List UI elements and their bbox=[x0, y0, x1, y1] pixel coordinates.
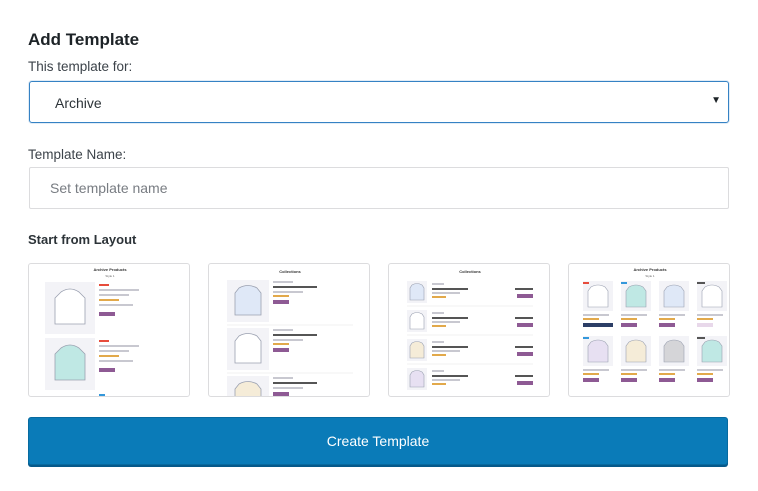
template-type-selected-value: Archive bbox=[55, 95, 102, 111]
layout-preview-subtitle: Style 1 bbox=[645, 274, 655, 278]
add-template-heading: Add Template bbox=[28, 30, 140, 49]
layout-preview-title: Archive Products bbox=[633, 267, 667, 272]
layout-preview-title: Collections bbox=[279, 269, 301, 274]
template-for-label: This template for: bbox=[28, 59, 133, 74]
layout-preview-collections-list: Collections bbox=[227, 269, 353, 396]
start-from-layout-label: Start from Layout bbox=[28, 232, 137, 247]
layout-option-archive-grid[interactable]: Archive Products Style 1 bbox=[568, 263, 730, 397]
layout-option-collections-compact[interactable]: Collections bbox=[388, 263, 550, 397]
layout-preview-title: Archive Products bbox=[93, 267, 127, 272]
layout-preview-collections-compact: Collections bbox=[407, 269, 533, 390]
layout-option-archive-list[interactable]: Archive Products Style 1 bbox=[28, 263, 190, 397]
chevron-down-icon: ▼ bbox=[711, 95, 721, 106]
template-name-label: Template Name: bbox=[28, 147, 127, 162]
template-name-input[interactable] bbox=[29, 167, 729, 209]
layout-preview-subtitle: Style 1 bbox=[105, 274, 115, 278]
create-template-button[interactable]: Create Template bbox=[28, 417, 728, 465]
layout-preview-title: Collections bbox=[459, 269, 481, 274]
template-type-select[interactable]: Archive ▼ bbox=[29, 81, 729, 123]
layout-option-collections-list[interactable]: Collections bbox=[208, 263, 370, 397]
layout-preview-archive-grid: Archive Products Style 1 bbox=[583, 267, 727, 382]
layout-preview-archive-list: Archive Products Style 1 bbox=[45, 267, 139, 396]
